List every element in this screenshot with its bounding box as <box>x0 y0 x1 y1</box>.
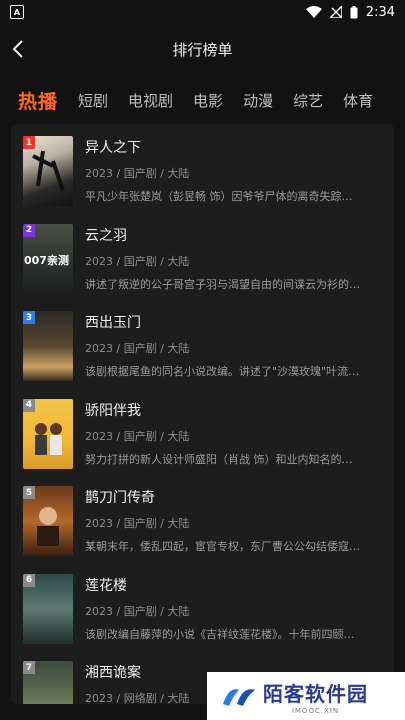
item-desc: 努力打拼的新人设计师盛阳（肖战 饰）和业内知名的… <box>85 452 353 466</box>
item-title: 莲花楼 <box>85 577 127 594</box>
chevron-left-icon <box>12 40 23 58</box>
back-button[interactable] <box>12 36 34 62</box>
tab-sports[interactable]: 体育 <box>343 90 373 111</box>
item-title: 西出玉门 <box>85 315 141 331</box>
tab-movie[interactable]: 电影 <box>193 90 223 111</box>
app-notification-icon: A <box>10 5 24 19</box>
item-desc: 平凡少年张楚岚（彭昱畅 饰）因爷爷尸体的离奇失踪… <box>85 190 353 203</box>
poster-image: 7 <box>23 661 73 704</box>
watermark: 陌客软件园 IMOOC.XIN <box>207 672 405 720</box>
ranking-list: 1 异人之下 2023 / 国产剧 / 大陆 平凡少年张楚岚（彭昱畅 饰）因爷爷… <box>11 124 394 704</box>
list-item[interactable]: 3 西出玉门 2023 / 国产剧 / 大陆 该剧根据尾鱼的同名小说改编。讲述了… <box>11 299 394 387</box>
poster-image: 2 007亲测 <box>23 223 73 294</box>
item-title: 异人之下 <box>85 140 141 156</box>
list-item[interactable]: 6 莲花楼 2023 / 国产剧 / 大陆 该剧改编自藤萍的小说《吉祥纹莲花楼》… <box>11 562 394 650</box>
item-meta: 2023 / 国产剧 / 大陆 <box>85 254 190 268</box>
item-title: 云之羽 <box>85 227 127 244</box>
rank-badge: 6 <box>23 573 35 587</box>
battery-icon <box>350 5 358 18</box>
poster-image: 6 <box>23 573 73 644</box>
tab-hot[interactable]: 热播 <box>18 87 58 114</box>
page-title: 排行榜单 <box>172 40 233 59</box>
item-desc: 该剧改编自藤萍的小说《吉祥纹莲花楼》。十年前四颐… <box>85 627 355 641</box>
watermark-logo-icon <box>223 689 255 706</box>
tab-anime[interactable]: 动漫 <box>243 90 273 111</box>
poster-image: 1 <box>23 136 73 206</box>
item-meta: 2023 / 国产剧 / 大陆 <box>85 429 190 443</box>
rank-badge: 2 <box>23 223 35 237</box>
rank-badge: 4 <box>23 398 35 412</box>
poster-image: 4 <box>23 398 73 469</box>
item-title: 骄阳伴我 <box>85 402 141 419</box>
item-desc: 该剧根据尾鱼的同名小说改编。讲述了"沙漠玫瑰"叶流… <box>85 365 360 378</box>
rank-badge: 1 <box>23 136 35 149</box>
rank-badge: 3 <box>23 311 35 324</box>
tab-tv-series[interactable]: 电视剧 <box>128 90 173 111</box>
category-tabs: 热播 短剧 电视剧 电影 动漫 综艺 体育 <box>0 74 405 126</box>
list-item[interactable]: 5 鹊刀门传奇 2023 / 国产剧 / 大陆 某朝末年，倭乱四起，宦官专权，东… <box>11 474 394 562</box>
item-title: 鹊刀门传奇 <box>85 490 155 506</box>
watermark-subtitle: IMOOC.XIN <box>291 706 340 715</box>
poster-overlay-text: 007亲测 <box>24 253 69 267</box>
item-meta: 2023 / 国产剧 / 大陆 <box>85 604 190 618</box>
tab-variety[interactable]: 综艺 <box>293 90 323 111</box>
status-time: 2:34 <box>365 4 395 20</box>
poster-image: 5 <box>23 486 73 556</box>
poster-image: 3 <box>23 311 73 381</box>
status-bar: A 2:34 <box>0 0 405 24</box>
item-desc: 讲述了叛逆的公子哥宫子羽与渴望自由的间谍云为衫的… <box>85 277 360 291</box>
list-item[interactable]: 2 007亲测 云之羽 2023 / 国产剧 / 大陆 讲述了叛逆的公子哥宫子羽… <box>11 212 394 300</box>
signal-off-icon <box>329 6 342 18</box>
rank-badge: 7 <box>23 661 35 674</box>
watermark-title: 陌客软件园 <box>263 681 368 706</box>
wifi-icon <box>305 6 322 18</box>
tab-short-drama[interactable]: 短剧 <box>78 90 108 111</box>
item-meta: 2023 / 国产剧 / 大陆 <box>85 342 190 355</box>
list-item[interactable]: 1 异人之下 2023 / 国产剧 / 大陆 平凡少年张楚岚（彭昱畅 饰）因爷爷… <box>11 124 394 212</box>
item-meta: 2023 / 国产剧 / 大陆 <box>85 167 190 180</box>
header: 排行榜单 <box>0 24 405 74</box>
item-desc: 某朝末年，倭乱四起，宦官专权，东厂曹公公勾结倭寇… <box>85 540 360 553</box>
item-meta: 2023 / 国产剧 / 大陆 <box>85 517 190 530</box>
list-item[interactable]: 4 骄阳伴我 2023 / 国产剧 / 大陆 努力打拼的新人设计师盛阳（肖战 饰… <box>11 387 394 475</box>
rank-badge: 5 <box>23 486 35 499</box>
